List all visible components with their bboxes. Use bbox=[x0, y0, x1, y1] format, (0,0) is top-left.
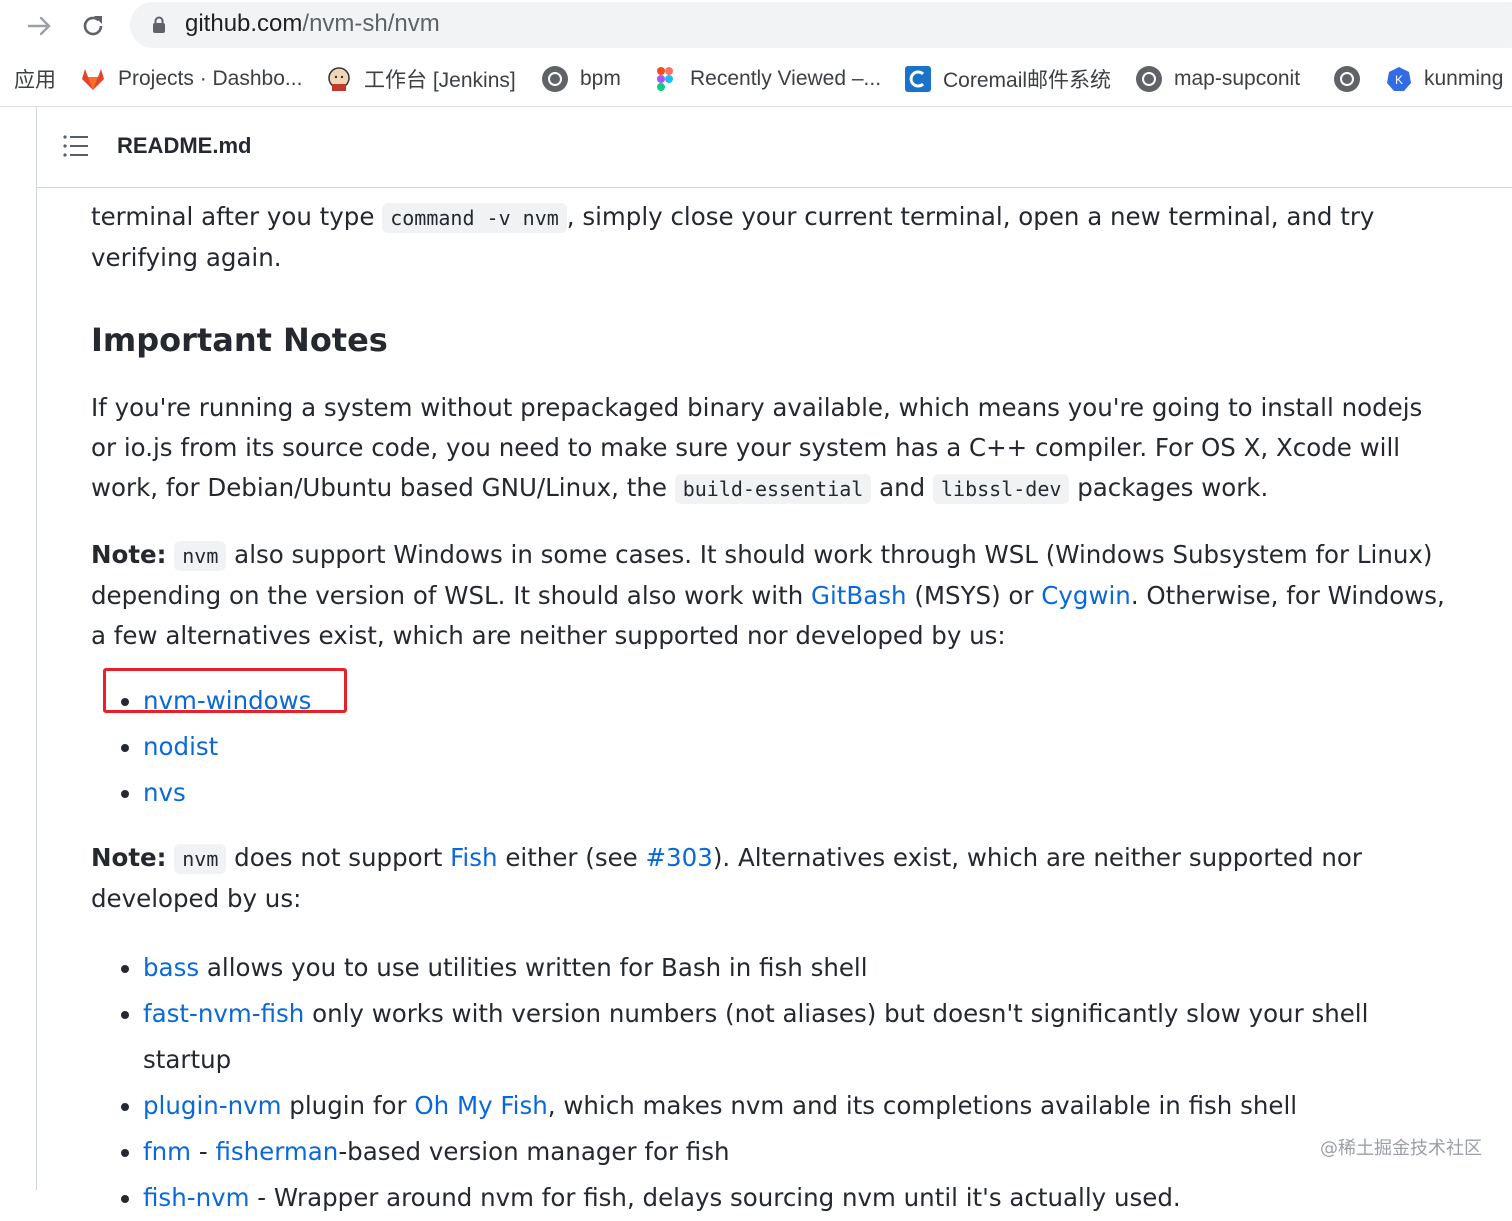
link-fnm[interactable]: fnm bbox=[143, 1137, 191, 1166]
reload-icon bbox=[83, 16, 103, 36]
url-path: /nvm-sh/nvm bbox=[302, 10, 440, 37]
fish-alternatives-list: bass allows you to use utilities written… bbox=[91, 945, 1451, 1221]
bookmark-label: map-supconit bbox=[1174, 67, 1301, 90]
inline-code: command -v nvm bbox=[382, 203, 567, 233]
highlight-annotation-box bbox=[103, 668, 347, 713]
globe-icon bbox=[1136, 66, 1162, 92]
browser-toolbar: github.com/nvm-sh/nvm bbox=[0, 0, 1512, 52]
gitlab-icon bbox=[82, 69, 104, 90]
readme-header: README.md bbox=[37, 107, 1512, 188]
coremail-icon bbox=[905, 66, 931, 92]
watermark: @稀土掘金技术社区 bbox=[1320, 1138, 1482, 1159]
note-text-2: (MSYS) or bbox=[906, 581, 1042, 610]
link-gitbash[interactable]: GitBash bbox=[811, 581, 907, 610]
list-item-text: only works with version numbers (not ali… bbox=[143, 999, 1369, 1074]
inline-code: nvm bbox=[174, 844, 227, 874]
bookmarks-bar: 应用 Projects · Dashbo... 工作台 [Jenkins] bp… bbox=[0, 52, 1512, 107]
link-nodist[interactable]: nodist bbox=[143, 732, 218, 761]
url-host: github.com bbox=[185, 10, 303, 37]
arrow-right-icon bbox=[27, 16, 51, 36]
list-item-text: -based version manager for fish bbox=[338, 1137, 730, 1166]
list-item-text: - bbox=[191, 1137, 216, 1166]
bookmark-label: 应用 bbox=[14, 69, 56, 92]
note-text-2: either (see bbox=[497, 843, 646, 872]
link-fast-nvm-fish[interactable]: fast-nvm-fish bbox=[143, 999, 304, 1028]
link-oh-my-fish[interactable]: Oh My Fish bbox=[414, 1091, 547, 1120]
link-fisherman[interactable]: fisherman bbox=[215, 1137, 338, 1166]
inline-code: libssl-dev bbox=[933, 474, 1070, 504]
link-fish[interactable]: Fish bbox=[450, 843, 497, 872]
link-issue-303[interactable]: #303 bbox=[646, 843, 713, 872]
figma-icon bbox=[657, 67, 673, 91]
important-notes-heading: Important Notes bbox=[91, 321, 388, 359]
bookmark-jenkins[interactable]: 工作台 [Jenkins] bbox=[326, 60, 516, 98]
bookmark-label: Projects · Dashbo... bbox=[118, 67, 303, 90]
reload-button[interactable] bbox=[73, 6, 113, 46]
list-item: fish-nvm - Wrapper around nvm for fish, … bbox=[143, 1175, 1451, 1221]
globe-icon bbox=[542, 66, 568, 92]
url-text: github.com/nvm-sh/nvm bbox=[185, 10, 440, 38]
table-of-contents-icon[interactable] bbox=[63, 135, 89, 157]
bookmark-label: bpm bbox=[580, 67, 621, 90]
important-text-3: packages work. bbox=[1069, 473, 1269, 502]
inline-code: build-essential bbox=[674, 474, 872, 504]
bookmark-kunming[interactable]: K kunming bbox=[1386, 60, 1503, 98]
lock-icon bbox=[153, 16, 165, 33]
intro-paragraph: terminal after you type command -v nvm, … bbox=[91, 197, 1451, 278]
important-paragraph: If you're running a system without prepa… bbox=[91, 388, 1451, 509]
note-windows-paragraph: Note: nvm also support Windows in some c… bbox=[91, 535, 1451, 656]
list-item-text: , which makes nvm and its completions av… bbox=[547, 1091, 1298, 1120]
address-bar[interactable]: github.com/nvm-sh/nvm bbox=[130, 2, 1512, 48]
bookmark-coremail[interactable]: Coremail邮件系统 bbox=[905, 60, 1111, 98]
link-bass[interactable]: bass bbox=[143, 953, 199, 982]
bookmark-bpm[interactable]: bpm bbox=[542, 60, 621, 98]
link-cygwin[interactable]: Cygwin bbox=[1041, 581, 1131, 610]
globe-icon bbox=[1334, 66, 1360, 92]
list-item: plugin-nvm plugin for Oh My Fish, which … bbox=[143, 1083, 1451, 1129]
list-item: fast-nvm-fish only works with version nu… bbox=[143, 991, 1451, 1083]
link-fish-nvm[interactable]: fish-nvm bbox=[143, 1183, 249, 1212]
list-item: bass allows you to use utilities written… bbox=[143, 945, 1451, 991]
note-fish-paragraph: Note: nvm does not support Fish either (… bbox=[91, 838, 1451, 919]
bookmark-label: 工作台 [Jenkins] bbox=[364, 69, 516, 92]
bookmark-apps[interactable]: 应用 bbox=[14, 60, 56, 98]
list-item: nvs bbox=[143, 770, 1451, 816]
kubernetes-icon: K bbox=[1387, 67, 1411, 91]
bookmark-label: kunming bbox=[1424, 67, 1504, 90]
important-text-2: and bbox=[871, 473, 934, 502]
bookmark-label: Recently Viewed –... bbox=[690, 67, 882, 90]
inline-code: nvm bbox=[174, 541, 227, 571]
jenkins-icon bbox=[328, 67, 350, 91]
bookmark-gitlab[interactable]: Projects · Dashbo... bbox=[80, 60, 302, 98]
note-label: Note: bbox=[91, 843, 167, 872]
bookmark-label: Coremail邮件系统 bbox=[943, 69, 1112, 92]
list-item-text: allows you to use utilities written for … bbox=[199, 953, 868, 982]
intro-text-1: terminal after you type bbox=[91, 202, 383, 231]
bookmark-figma[interactable]: Recently Viewed –... bbox=[652, 60, 881, 98]
forward-button[interactable] bbox=[20, 6, 60, 46]
list-item: fnm - fisherman-based version manager fo… bbox=[143, 1129, 1451, 1175]
readme-title: README.md bbox=[117, 133, 252, 158]
list-item: nodist bbox=[143, 724, 1451, 770]
note-text-1: does not support bbox=[226, 843, 451, 872]
list-item-text: plugin for bbox=[281, 1091, 415, 1120]
page-content: README.md terminal after you type comman… bbox=[36, 107, 1512, 1212]
link-plugin-nvm[interactable]: plugin-nvm bbox=[143, 1091, 282, 1120]
bookmark-map-supconit[interactable]: map-supconit bbox=[1136, 60, 1300, 98]
svg-text:K: K bbox=[1395, 73, 1403, 87]
bookmark-globe[interactable] bbox=[1334, 60, 1360, 98]
list-item-text: - Wrapper around nvm for fish, delays so… bbox=[249, 1183, 1181, 1212]
link-nvs[interactable]: nvs bbox=[143, 778, 186, 807]
note-label: Note: bbox=[91, 540, 167, 569]
